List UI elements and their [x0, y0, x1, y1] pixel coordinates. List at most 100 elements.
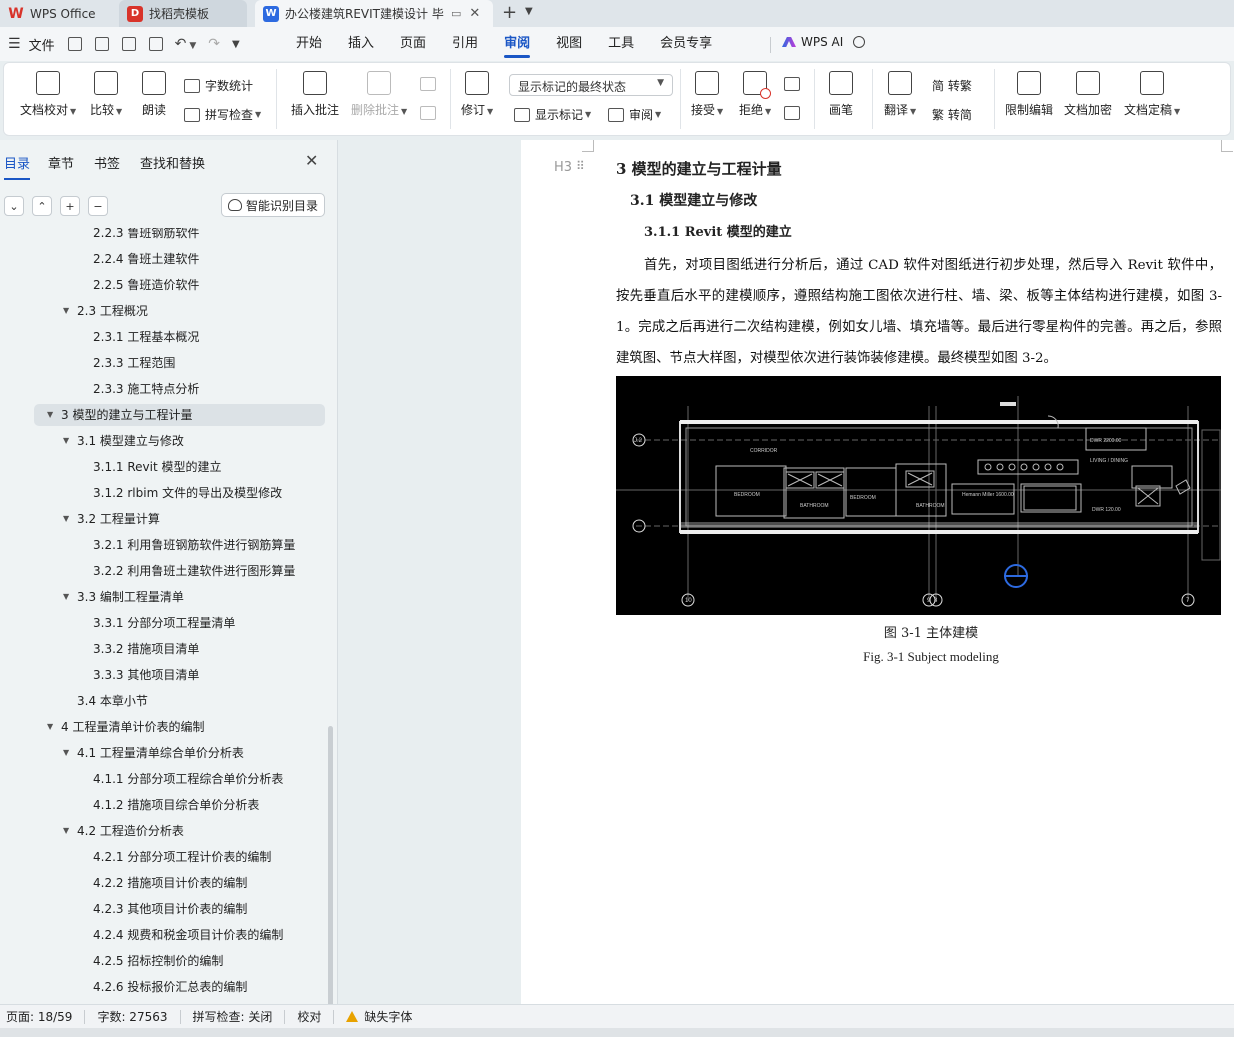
expand-arrow-icon[interactable]: ▼: [63, 300, 69, 322]
toc-item[interactable]: ▼ 4.2 工程造价分析表: [63, 820, 184, 842]
reject-button[interactable]: 拒绝 ▼: [739, 71, 771, 118]
export-icon[interactable]: [94, 37, 109, 51]
expand-arrow-icon[interactable]: ▼: [63, 430, 69, 452]
toc-item[interactable]: 4.2.6 投标报价汇总表的编制: [93, 976, 247, 998]
menu-tools[interactable]: 工具: [595, 27, 647, 61]
menu-view[interactable]: 视图: [543, 27, 595, 61]
toc-item[interactable]: 2.3.3 工程范围: [93, 352, 175, 374]
undo-icon[interactable]: ↶ ▼: [175, 36, 197, 52]
toc-item[interactable]: ▼ 3 模型的建立与工程计量: [34, 404, 325, 426]
close-icon[interactable]: ✕: [469, 6, 480, 21]
page-indicator[interactable]: 页面: 18/59: [0, 1008, 78, 1025]
expand-arrow-icon[interactable]: ▼: [63, 820, 69, 842]
search-icon[interactable]: [853, 36, 866, 48]
toc-item[interactable]: 4.2.1 分部分项工程计价表的编制: [93, 846, 271, 868]
toc-item[interactable]: 4.1.2 措施项目综合单价分析表: [93, 794, 259, 816]
menu-page[interactable]: 页面: [387, 27, 439, 61]
proofread-indicator[interactable]: 校对: [291, 1008, 327, 1025]
review-pane-button[interactable]: 审阅 ▼: [608, 106, 661, 123]
expand-arrow-icon[interactable]: ▼: [47, 404, 53, 426]
toc-item[interactable]: 4.2.5 招标控制价的编制: [93, 950, 223, 972]
toc-item[interactable]: 3.3.3 其他项目清单: [93, 664, 199, 686]
expand-arrow-icon[interactable]: ▼: [47, 716, 53, 738]
toc-item[interactable]: 2.2.5 鲁班造价软件: [93, 274, 199, 296]
compare-button[interactable]: 比较 ▼: [90, 71, 122, 118]
expand-arrow-icon[interactable]: ▼: [63, 742, 69, 764]
show-markup-button[interactable]: 显示标记 ▼: [514, 106, 591, 123]
menu-start[interactable]: 开始: [283, 27, 335, 61]
menu-review[interactable]: 审阅: [491, 27, 543, 61]
delete-comment-button[interactable]: 删除批注 ▼: [351, 71, 407, 118]
menu-insert[interactable]: 插入: [335, 27, 387, 61]
accept-button[interactable]: 接受 ▼: [691, 71, 723, 118]
toc-item[interactable]: 3.3.1 分部分项工程量清单: [93, 612, 235, 634]
print-icon[interactable]: [121, 37, 136, 51]
toc-item[interactable]: 4.1.1 分部分项工程综合单价分析表: [93, 768, 283, 790]
word-count-button[interactable]: 字数统计: [184, 77, 253, 94]
menu-member[interactable]: 会员专享: [647, 27, 725, 61]
toc-item[interactable]: 2.2.3 鲁班钢筋软件: [93, 228, 199, 244]
tab-document[interactable]: W 办公楼建筑REVIT建模设计 毕 ▭ ✕: [255, 0, 493, 27]
toc-item[interactable]: 3.2.2 利用鲁班土建软件进行图形算量: [93, 560, 295, 582]
toc-scrollbar[interactable]: [328, 726, 333, 1037]
missing-font-indicator[interactable]: 缺失字体: [340, 1008, 418, 1025]
menu-icon[interactable]: ☰: [8, 36, 21, 52]
prev-comment-button[interactable]: [420, 77, 441, 91]
print-preview-icon[interactable]: [148, 37, 163, 51]
toc-item[interactable]: ▼ 3.1 模型建立与修改: [63, 430, 184, 452]
toc-item[interactable]: 4.2.4 规费和税金项目计价表的编制: [93, 924, 283, 946]
menu-reference[interactable]: 引用: [439, 27, 491, 61]
toc-item[interactable]: ▼ 3.3 编制工程量清单: [63, 586, 184, 608]
toc-item[interactable]: 4.2.2 措施项目计价表的编制: [93, 872, 247, 894]
expand-arrow-icon[interactable]: ▼: [63, 508, 69, 530]
level-up-button[interactable]: ⌃: [32, 196, 52, 216]
file-menu[interactable]: 文件: [29, 35, 55, 54]
to-simplified-button[interactable]: 繁 转简: [932, 106, 972, 123]
spell-check-button[interactable]: 拼写检查 ▼: [184, 106, 261, 123]
insert-comment-button[interactable]: 插入批注: [291, 71, 339, 118]
window-mini-icon[interactable]: ▭: [451, 7, 461, 20]
word-count-indicator[interactable]: 字数: 27563: [91, 1008, 173, 1025]
toc-item[interactable]: 3.2.1 利用鲁班钢筋软件进行钢筋算量: [93, 534, 295, 556]
toc-item[interactable]: ▼ 4.1 工程量清单综合单价分析表: [63, 742, 244, 764]
track-changes-button[interactable]: 修订 ▼: [461, 71, 493, 118]
next-comment-button[interactable]: [420, 106, 441, 120]
toc-item[interactable]: 3.1.2 rlbim 文件的导出及模型修改: [93, 482, 282, 504]
ink-button[interactable]: 画笔: [829, 71, 853, 118]
markup-display-select[interactable]: 显示标记的最终状态 ▼: [509, 74, 673, 96]
save-icon[interactable]: [67, 37, 82, 51]
figure-floor-plan[interactable]: CORRIDOR BEDROOM BATHROOM BEDROOM BATHRO…: [616, 376, 1221, 615]
toc-item[interactable]: 3.1.1 Revit 模型的建立: [93, 456, 222, 478]
toc-item[interactable]: ▼ 4 工程量清单计价表的编制: [47, 716, 204, 738]
wps-ai-button[interactable]: WPS AI: [782, 35, 866, 49]
spell-check-indicator[interactable]: 拼写检查: 关闭: [187, 1008, 279, 1025]
drag-handle-icon[interactable]: ⠿: [576, 159, 585, 173]
toc-item[interactable]: ▼ 3.2 工程量计算: [63, 508, 160, 530]
next-change-button[interactable]: [784, 106, 805, 120]
close-icon[interactable]: ✕: [305, 151, 318, 170]
expand-arrow-icon[interactable]: ▼: [63, 586, 69, 608]
smart-toc-button[interactable]: 智能识别目录: [221, 193, 325, 217]
toc-item[interactable]: 3.3.2 措施项目清单: [93, 638, 199, 660]
add-heading-button[interactable]: +: [60, 196, 80, 216]
finalize-button[interactable]: 文档定稿 ▼: [1124, 71, 1180, 118]
proofread-button[interactable]: 文档校对 ▼: [20, 71, 76, 118]
tab-template[interactable]: D 找稻壳模板: [119, 0, 247, 27]
tab-find-replace[interactable]: 查找和替换: [140, 153, 205, 172]
toc-item[interactable]: 2.3.1 工程基本概况: [93, 326, 199, 348]
tab-toc[interactable]: 目录: [4, 153, 31, 180]
chevron-down-icon[interactable]: ▼: [525, 6, 533, 17]
toc-item[interactable]: ▼ 2.3 工程概况: [63, 300, 148, 322]
more-chevron-icon[interactable]: ▼: [232, 39, 240, 50]
toc-item[interactable]: 3.4 本章小节: [77, 690, 148, 712]
heading-level-tag[interactable]: H3: [554, 160, 572, 175]
tab-bookmarks[interactable]: 书签: [94, 153, 120, 172]
toc-item[interactable]: 4.2.3 其他项目计价表的编制: [93, 898, 247, 920]
to-traditional-button[interactable]: 简 转繁: [932, 77, 972, 94]
toc-item[interactable]: 2.3.3 施工特点分析: [93, 378, 199, 400]
remove-heading-button[interactable]: −: [88, 196, 108, 216]
read-aloud-button[interactable]: 朗读: [142, 71, 166, 118]
tab-chapters[interactable]: 章节: [48, 153, 74, 172]
redo-icon[interactable]: ↷: [208, 36, 220, 52]
translate-button[interactable]: 翻译 ▼: [884, 71, 916, 118]
